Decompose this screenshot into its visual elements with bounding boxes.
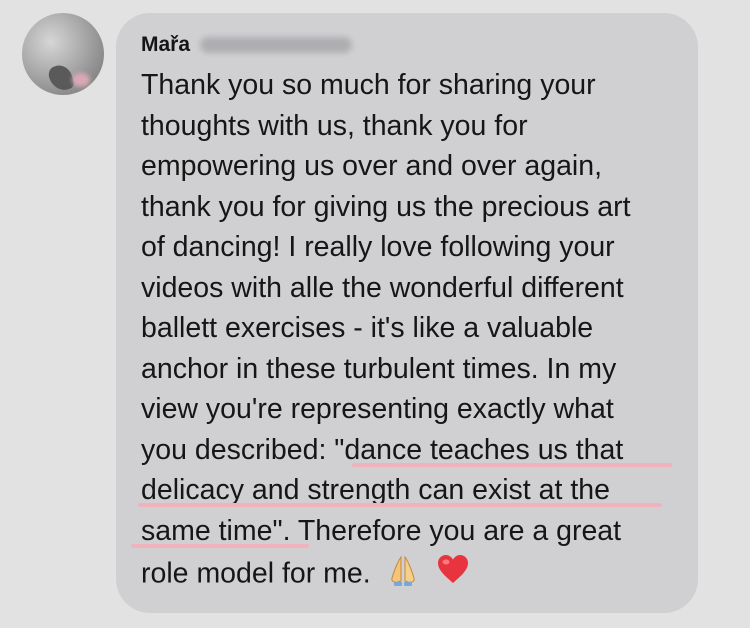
avatar-shape-pink: [72, 73, 90, 87]
comment-line: videos with alle the wonderful different: [141, 271, 624, 304]
blurred-surname: [200, 37, 353, 53]
author-name[interactable]: Mařa: [141, 33, 190, 57]
comment-line: Thank you so much for sharing your: [141, 69, 596, 101]
avatar[interactable]: [22, 13, 104, 95]
comment-line: anchor in these turbulent times. In my: [141, 352, 617, 385]
red-heart-icon: [435, 551, 471, 599]
comment-text: Thank you so much for sharing your thoug…: [141, 65, 689, 592]
comment-line: view you're representing exactly what: [141, 393, 614, 425]
highlight-underline: [131, 544, 309, 548]
comment-line-last: role model for me.: [141, 551, 689, 592]
highlight-underline: [352, 463, 672, 467]
highlight-underline: [138, 503, 662, 507]
comment-line: thoughts with us, thank you for: [141, 109, 528, 142]
comment-line: empowering us over and over again,: [141, 150, 603, 182]
comment-line: thank you for giving us the precious art: [141, 190, 631, 223]
author-row: Mařa: [141, 30, 353, 60]
praying-hands-icon: [385, 551, 421, 599]
comment-line: of dancing! I really love following your: [141, 231, 615, 263]
comment-line: ballett exercises - it's like a valuable: [141, 312, 594, 344]
comment-line: role model for me.: [141, 557, 371, 590]
